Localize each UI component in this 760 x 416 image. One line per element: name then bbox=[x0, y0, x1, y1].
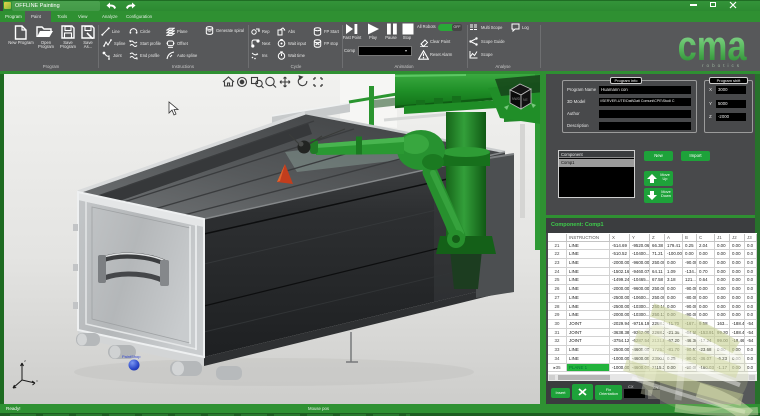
svg-text:x: x bbox=[36, 378, 38, 383]
svg-text:robotics: robotics bbox=[702, 63, 742, 68]
svg-text:PaintShop: PaintShop bbox=[122, 354, 141, 359]
svg-text:NE: NE bbox=[523, 98, 528, 102]
svg-text:NWD: NWD bbox=[512, 97, 521, 101]
svg-text:z: z bbox=[24, 358, 26, 363]
